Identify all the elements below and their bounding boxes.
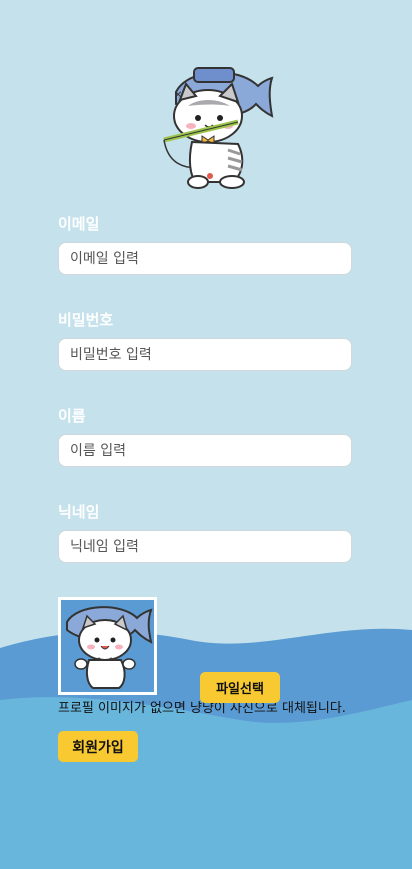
signup-button[interactable]: 회원가입 [58, 731, 138, 762]
svg-text:✕: ✕ [174, 90, 182, 101]
profile-image-note: 프로필 이미지가 없으면 냥냥이 사진으로 대체됩니다. [58, 701, 346, 716]
cat-mascot-icon [61, 600, 154, 692]
email-input[interactable] [58, 242, 352, 275]
cat-fisher-mascot-icon: ✕ [163, 67, 274, 189]
name-label: 이름 [58, 407, 86, 425]
nickname-input[interactable] [58, 530, 352, 563]
nickname-label: 닉네임 [58, 503, 100, 521]
file-select-button[interactable]: 파일선택 [200, 672, 280, 703]
password-input[interactable] [58, 338, 352, 371]
profile-image-preview [58, 597, 157, 695]
email-label: 이메일 [58, 215, 100, 233]
name-input[interactable] [58, 434, 352, 467]
password-label: 비밀번호 [58, 311, 114, 329]
